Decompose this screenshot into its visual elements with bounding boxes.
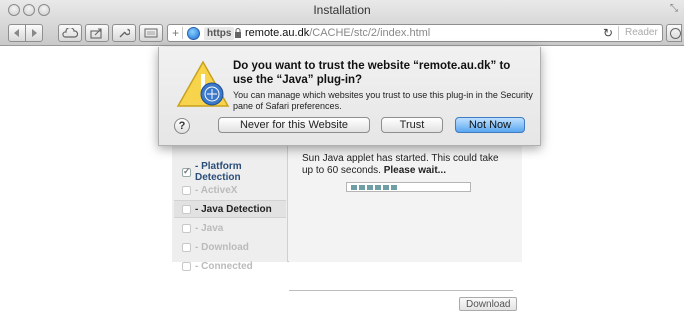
url-text[interactable]: remote.au.dk/CACHE/stc/2/index.html <box>245 27 430 39</box>
checkbox-icon <box>182 223 191 233</box>
step-label: - Connected <box>195 260 253 272</box>
step-label: - Java <box>195 222 224 234</box>
progress-segment <box>375 185 381 190</box>
cloud-icon <box>62 28 78 38</box>
step-download: - Download <box>174 238 286 256</box>
url-host: remote.au.dk <box>245 27 310 39</box>
window-title: Installation <box>313 3 371 17</box>
step-connected: - Connected <box>174 257 286 275</box>
progress-segment <box>359 185 365 190</box>
checkbox-icon <box>182 242 191 252</box>
trust-button[interactable]: Trust <box>381 117 443 133</box>
checkbox-icon <box>182 185 191 195</box>
progress-segment <box>351 185 357 190</box>
add-bookmark-icon[interactable]: + <box>172 26 179 40</box>
java-warning-icon <box>176 60 230 107</box>
forward-arrow-icon <box>32 29 37 37</box>
safari-window: Installation ⤡ + https remote.au.dk/CACH… <box>0 0 684 311</box>
downloads-button[interactable] <box>666 24 682 42</box>
globe-icon <box>187 27 200 40</box>
step-platform-detection: - Platform Detection <box>174 161 286 183</box>
step-activex: - ActiveX <box>174 181 286 199</box>
share-button[interactable] <box>85 24 109 42</box>
address-bar[interactable]: + https remote.au.dk/CACHE/stc/2/index.h… <box>167 24 663 42</box>
step-label: - ActiveX <box>195 184 238 196</box>
progress-bar <box>346 182 471 192</box>
progress-segment <box>367 185 373 190</box>
progress-segment <box>391 185 397 190</box>
dialog-message: You can manage which websites you trust … <box>233 90 533 111</box>
not-now-button[interactable]: Not Now <box>455 117 525 133</box>
progress-segment <box>383 185 389 190</box>
share-icon <box>90 27 102 39</box>
reload-icon[interactable]: ↻ <box>603 26 613 40</box>
step-label: - Download <box>195 241 249 253</box>
lock-icon <box>235 28 241 38</box>
divider-line <box>289 290 513 291</box>
reading-list-button[interactable] <box>139 24 163 42</box>
step-java: - Java <box>174 219 286 237</box>
checkbox-icon <box>182 167 191 177</box>
step-label: - Platform Detection <box>195 161 242 183</box>
checkbox-icon <box>182 204 191 214</box>
step-label: - Java Detection <box>195 203 272 215</box>
help-button[interactable]: ? <box>174 118 190 134</box>
address-divider <box>182 27 183 39</box>
status-wait-text: Please wait... <box>383 165 446 176</box>
checkbox-icon <box>182 261 191 271</box>
status-message: Sun Java applet has started. This could … <box>302 153 512 177</box>
settings-button[interactable] <box>112 24 136 42</box>
dialog-title: Do you want to trust the website “remote… <box>233 60 511 86</box>
never-for-this-website-button[interactable]: Never for this Website <box>218 117 370 133</box>
back-button[interactable] <box>8 24 26 42</box>
reader-button[interactable]: Reader <box>618 26 664 40</box>
fullscreen-icon[interactable]: ⤡ <box>670 3 678 14</box>
icloud-tabs-button[interactable] <box>58 24 82 42</box>
forward-button[interactable] <box>25 24 43 42</box>
wrench-icon <box>119 28 130 38</box>
url-path: /CACHE/stc/2/index.html <box>309 27 431 39</box>
back-arrow-icon <box>14 29 19 37</box>
step-java-detection: - Java Detection <box>174 200 286 218</box>
https-badge[interactable]: https <box>204 27 235 40</box>
reading-list-icon <box>144 28 158 38</box>
